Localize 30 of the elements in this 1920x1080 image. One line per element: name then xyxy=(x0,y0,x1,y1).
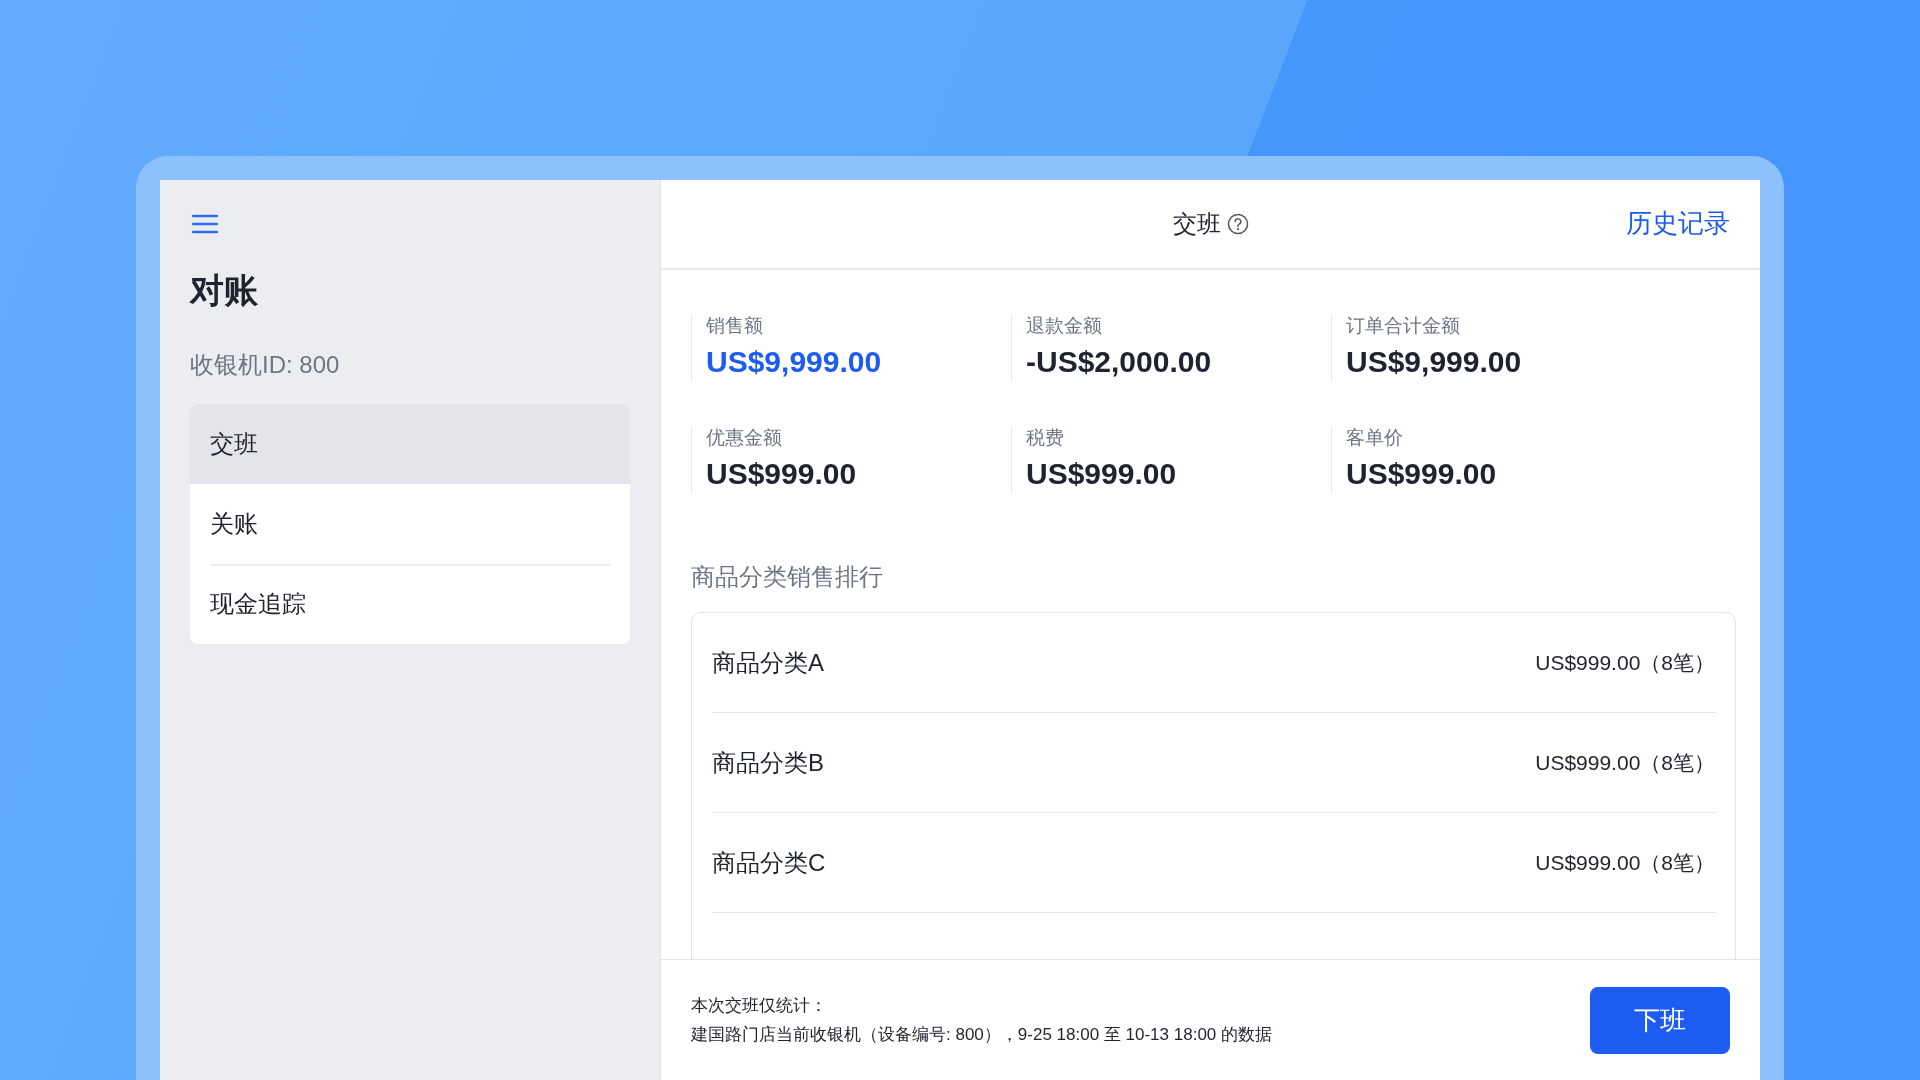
stat-value: US$999.00 xyxy=(706,456,858,492)
stat-label: 优惠金额 xyxy=(706,426,783,450)
header-title: 交班 xyxy=(1172,209,1221,239)
page-title: 对账 xyxy=(190,270,258,310)
stat-value: US$999.00 xyxy=(1346,456,1498,492)
section-title: 商品分类销售排行 xyxy=(691,562,884,592)
category-amount: US$999.00（8笔） xyxy=(1535,749,1715,776)
stat-value: US$999.00 xyxy=(1026,456,1178,492)
history-link[interactable]: 历史记录 xyxy=(1626,206,1730,240)
stat-value: -US$2,000.00 xyxy=(1026,344,1213,380)
category-name: 商品分类A xyxy=(712,647,824,678)
stat-label: 订单合计金额 xyxy=(1346,314,1461,338)
stat-value: US$9,999.00 xyxy=(1346,344,1523,380)
help-icon[interactable] xyxy=(1226,213,1249,235)
category-name: 商品分类C xyxy=(712,847,826,878)
category-amount: US$999.00（8笔） xyxy=(1535,649,1715,676)
nav-item[interactable]: 交班 xyxy=(190,404,630,484)
note-title: 本次交班仅统计： xyxy=(691,994,828,1017)
stat-label: 退款金额 xyxy=(1026,314,1103,338)
clock-out-button[interactable]: 下班 xyxy=(1590,986,1730,1054)
stat-label: 销售额 xyxy=(706,314,764,338)
category-name: 商品分类B xyxy=(712,747,824,778)
stat-value: US$9,999.00 xyxy=(706,344,883,380)
menu-icon[interactable] xyxy=(192,214,218,234)
category-amount: US$999.00（8笔） xyxy=(1535,849,1715,876)
stat-label: 税费 xyxy=(1026,426,1065,450)
register-id: 收银机ID: 800 xyxy=(190,350,340,380)
nav-item[interactable]: 现金追踪 xyxy=(190,564,630,644)
stat-label: 客单价 xyxy=(1346,426,1404,450)
note-text: 建国路门店当前收银机（设备编号: 800），9-25 18:00 至 10-13 18:00 的数据 xyxy=(691,1023,1272,1046)
